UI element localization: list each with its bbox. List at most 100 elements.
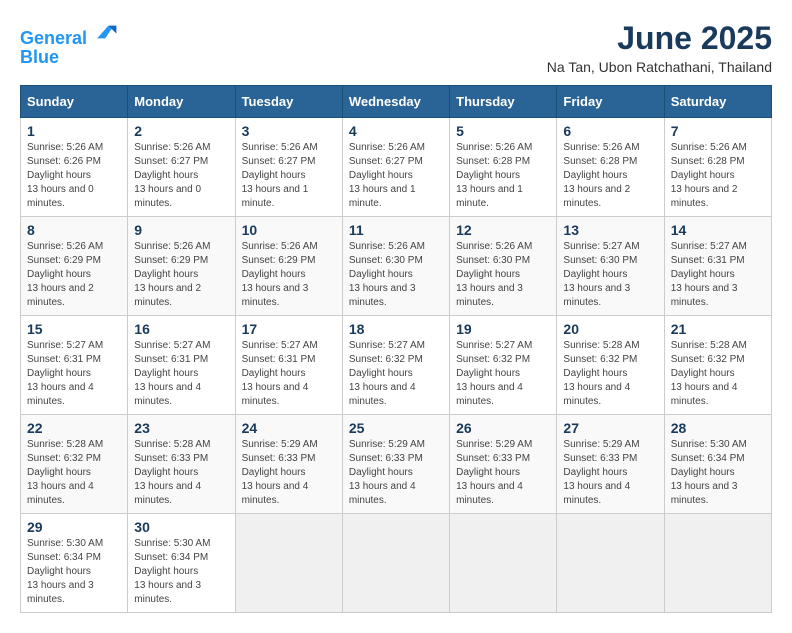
calendar-week-4: 22 Sunrise: 5:28 AMSunset: 6:32 PMDayligh… [21, 415, 772, 514]
day-info: Sunrise: 5:29 AMSunset: 6:33 PMDaylight … [242, 438, 336, 508]
day-info: Sunrise: 5:26 AMSunset: 6:29 PMDaylight … [242, 240, 336, 310]
column-header-thursday: Thursday [450, 86, 557, 118]
calendar-cell: 10 Sunrise: 5:26 AMSunset: 6:29 PMDayligh… [235, 217, 342, 316]
calendar-cell: 19 Sunrise: 5:27 AMSunset: 6:32 PMDayligh… [450, 316, 557, 415]
day-info: Sunrise: 5:29 AMSunset: 6:33 PMDaylight … [349, 438, 443, 508]
calendar-week-2: 8 Sunrise: 5:26 AMSunset: 6:29 PMDaylight… [21, 217, 772, 316]
calendar-cell: 3Sunrise: 5:26 AMSunset: 6:27 PMDaylight… [235, 118, 342, 217]
day-info: Sunrise: 5:27 AMSunset: 6:32 PMDaylight … [456, 339, 550, 409]
day-number: 7 [671, 123, 765, 139]
day-number: 6 [563, 123, 657, 139]
calendar-title: June 2025 [547, 20, 772, 57]
calendar-cell: 9 Sunrise: 5:26 AMSunset: 6:29 PMDaylight… [128, 217, 235, 316]
day-number: 21 [671, 321, 765, 337]
day-number: 8 [27, 222, 121, 238]
day-info: Sunrise: 5:28 AMSunset: 6:32 PMDaylight … [27, 438, 121, 508]
day-info: Sunrise: 5:26 AMSunset: 6:29 PMDaylight … [134, 240, 228, 310]
day-info: Sunrise: 5:26 AMSunset: 6:28 PMDaylight … [671, 141, 765, 211]
day-number: 9 [134, 222, 228, 238]
calendar-cell [557, 514, 664, 613]
day-info: Sunrise: 5:26 AMSunset: 6:28 PMDaylight … [456, 141, 550, 211]
day-info: Sunrise: 5:26 AMSunset: 6:30 PMDaylight … [349, 240, 443, 310]
calendar-cell: 30 Sunrise: 5:30 AMSunset: 6:34 PMDayligh… [128, 514, 235, 613]
calendar-cell [342, 514, 449, 613]
calendar-cell: 18 Sunrise: 5:27 AMSunset: 6:32 PMDayligh… [342, 316, 449, 415]
calendar-cell: 6Sunrise: 5:26 AMSunset: 6:28 PMDaylight… [557, 118, 664, 217]
day-number: 4 [349, 123, 443, 139]
calendar-cell: 22 Sunrise: 5:28 AMSunset: 6:32 PMDayligh… [21, 415, 128, 514]
calendar-cell: 27 Sunrise: 5:29 AMSunset: 6:33 PMDayligh… [557, 415, 664, 514]
day-number: 29 [27, 519, 121, 535]
day-number: 13 [563, 222, 657, 238]
day-info: Sunrise: 5:26 AMSunset: 6:27 PMDaylight … [349, 141, 443, 211]
calendar-cell [235, 514, 342, 613]
day-number: 24 [242, 420, 336, 436]
calendar-week-5: 29 Sunrise: 5:30 AMSunset: 6:34 PMDayligh… [21, 514, 772, 613]
day-info: Sunrise: 5:30 AMSunset: 6:34 PMDaylight … [27, 537, 121, 607]
column-header-saturday: Saturday [664, 86, 771, 118]
calendar-cell: 2Sunrise: 5:26 AMSunset: 6:27 PMDaylight… [128, 118, 235, 217]
day-number: 18 [349, 321, 443, 337]
calendar-cell: 15 Sunrise: 5:27 AMSunset: 6:31 PMDayligh… [21, 316, 128, 415]
day-info: Sunrise: 5:30 AMSunset: 6:34 PMDaylight … [134, 537, 228, 607]
column-header-friday: Friday [557, 86, 664, 118]
day-info: Sunrise: 5:26 AMSunset: 6:29 PMDaylight … [27, 240, 121, 310]
calendar-cell: 20Sunrise: 5:28 AMSunset: 6:32 PMDayligh… [557, 316, 664, 415]
calendar-cell: 24 Sunrise: 5:29 AMSunset: 6:33 PMDayligh… [235, 415, 342, 514]
day-info: Sunrise: 5:26 AMSunset: 6:27 PMDaylight … [134, 141, 228, 211]
calendar-cell: 1 Sunrise: 5:26 AMSunset: 6:26 PMDaylight… [21, 118, 128, 217]
day-number: 5 [456, 123, 550, 139]
day-number: 22 [27, 420, 121, 436]
calendar-cell: 29 Sunrise: 5:30 AMSunset: 6:34 PMDayligh… [21, 514, 128, 613]
calendar-cell [450, 514, 557, 613]
day-number: 27 [563, 420, 657, 436]
day-number: 30 [134, 519, 228, 535]
day-info: Sunrise: 5:28 AMSunset: 6:32 PMDaylight … [563, 339, 657, 409]
day-info: Sunrise: 5:29 AMSunset: 6:33 PMDaylight … [563, 438, 657, 508]
column-header-wednesday: Wednesday [342, 86, 449, 118]
day-number: 15 [27, 321, 121, 337]
calendar-cell: 16 Sunrise: 5:27 AMSunset: 6:31 PMDayligh… [128, 316, 235, 415]
calendar-week-3: 15 Sunrise: 5:27 AMSunset: 6:31 PMDayligh… [21, 316, 772, 415]
day-info: Sunrise: 5:27 AMSunset: 6:32 PMDaylight … [349, 339, 443, 409]
day-info: Sunrise: 5:27 AMSunset: 6:31 PMDaylight … [134, 339, 228, 409]
day-number: 19 [456, 321, 550, 337]
day-info: Sunrise: 5:26 AMSunset: 6:30 PMDaylight … [456, 240, 550, 310]
day-info: Sunrise: 5:27 AMSunset: 6:31 PMDaylight … [27, 339, 121, 409]
day-info: Sunrise: 5:30 AMSunset: 6:34 PMDaylight … [671, 438, 765, 508]
day-number: 1 [27, 123, 121, 139]
calendar-cell: 4 Sunrise: 5:26 AMSunset: 6:27 PMDaylight… [342, 118, 449, 217]
calendar-cell: 8 Sunrise: 5:26 AMSunset: 6:29 PMDaylight… [21, 217, 128, 316]
calendar-cell: 13 Sunrise: 5:27 AMSunset: 6:30 PMDayligh… [557, 217, 664, 316]
logo: General Blue [20, 20, 118, 68]
logo-text: General [20, 20, 118, 49]
day-info: Sunrise: 5:26 AMSunset: 6:26 PMDaylight … [27, 141, 121, 211]
calendar-cell: 23 Sunrise: 5:28 AMSunset: 6:33 PMDayligh… [128, 415, 235, 514]
calendar-cell: 7 Sunrise: 5:26 AMSunset: 6:28 PMDaylight… [664, 118, 771, 217]
day-number: 14 [671, 222, 765, 238]
calendar-cell: 14Sunrise: 5:27 AMSunset: 6:31 PMDayligh… [664, 217, 771, 316]
calendar-cell: 21 Sunrise: 5:28 AMSunset: 6:32 PMDayligh… [664, 316, 771, 415]
calendar-cell: 5 Sunrise: 5:26 AMSunset: 6:28 PMDaylight… [450, 118, 557, 217]
day-number: 10 [242, 222, 336, 238]
calendar-table: SundayMondayTuesdayWednesdayThursdayFrid… [20, 85, 772, 613]
column-header-sunday: Sunday [21, 86, 128, 118]
day-info: Sunrise: 5:28 AMSunset: 6:32 PMDaylight … [671, 339, 765, 409]
day-number: 11 [349, 222, 443, 238]
day-info: Sunrise: 5:27 AMSunset: 6:31 PMDaylight … [242, 339, 336, 409]
title-section: June 2025 Na Tan, Ubon Ratchathani, Thai… [547, 20, 772, 75]
calendar-cell: 12Sunrise: 5:26 AMSunset: 6:30 PMDayligh… [450, 217, 557, 316]
day-info: Sunrise: 5:29 AMSunset: 6:33 PMDaylight … [456, 438, 550, 508]
day-number: 17 [242, 321, 336, 337]
calendar-week-1: 1 Sunrise: 5:26 AMSunset: 6:26 PMDaylight… [21, 118, 772, 217]
day-number: 23 [134, 420, 228, 436]
day-info: Sunrise: 5:28 AMSunset: 6:33 PMDaylight … [134, 438, 228, 508]
calendar-header-row: SundayMondayTuesdayWednesdayThursdayFrid… [21, 86, 772, 118]
day-number: 16 [134, 321, 228, 337]
day-number: 26 [456, 420, 550, 436]
day-number: 25 [349, 420, 443, 436]
column-header-tuesday: Tuesday [235, 86, 342, 118]
logo-blue: Blue [20, 47, 118, 68]
calendar-cell: 26 Sunrise: 5:29 AMSunset: 6:33 PMDayligh… [450, 415, 557, 514]
day-info: Sunrise: 5:27 AMSunset: 6:30 PMDaylight … [563, 240, 657, 310]
